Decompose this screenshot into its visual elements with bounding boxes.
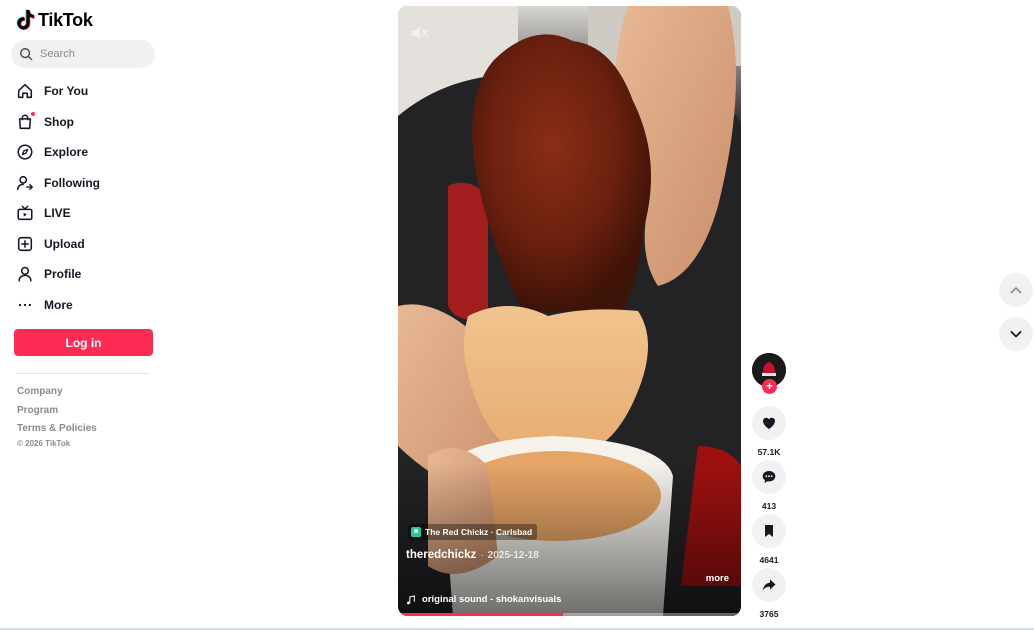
nav-item-following[interactable]: Following <box>14 168 164 199</box>
share-action: 3765 <box>752 568 786 619</box>
tiktok-logo-icon <box>16 9 35 30</box>
nav-item-upload[interactable]: Upload <box>14 229 164 260</box>
nav-item-profile[interactable]: Profile <box>14 259 164 290</box>
post-date: 2025-12-18 <box>487 550 539 561</box>
nav-item-more[interactable]: More <box>14 290 164 321</box>
video-progress-fill <box>398 613 563 616</box>
live-tv-icon <box>14 202 36 224</box>
video-progress-bar[interactable] <box>398 613 741 616</box>
nav-label-following: Following <box>44 175 100 190</box>
location-pin-icon <box>411 527 421 537</box>
compass-icon <box>14 141 36 163</box>
sound-line[interactable]: original sound - shokanvisuals <box>406 594 561 605</box>
like-button[interactable] <box>752 406 786 440</box>
video-author-line: theredchickz · 2025-12-18 <box>406 549 539 561</box>
nav-label-upload: Upload <box>44 236 85 251</box>
footer-link-company[interactable]: Company <box>17 385 97 404</box>
notification-dot <box>31 111 35 116</box>
main-nav: For You Shop Explore Following LIVE Uplo… <box>14 76 164 320</box>
comment-count: 413 <box>761 501 777 511</box>
previous-video-button[interactable] <box>999 273 1033 307</box>
shopping-bag-icon <box>14 111 36 133</box>
login-button[interactable]: Log in <box>14 329 153 356</box>
save-button[interactable] <box>752 514 786 548</box>
nav-label-more: More <box>44 297 73 312</box>
nav-label-live: LIVE <box>44 206 71 221</box>
comment-bubble-icon <box>762 471 776 483</box>
like-action: 57.1K <box>752 406 786 457</box>
nav-label-shop: Shop <box>44 114 74 129</box>
sidebar-footer: Company Program Terms & Policies © 2026 … <box>17 385 97 448</box>
nav-item-live[interactable]: LIVE <box>14 198 164 229</box>
follow-plus-button[interactable]: + <box>762 379 777 394</box>
save-action: 4641 <box>752 514 786 565</box>
share-button[interactable] <box>752 568 786 602</box>
comment-action: 413 <box>752 460 786 511</box>
volume-mute-icon[interactable] <box>408 22 430 44</box>
chevron-up-icon <box>1010 287 1022 294</box>
creator-avatar[interactable]: + <box>752 353 786 394</box>
sound-title: original sound - shokanvisuals <box>422 594 562 605</box>
following-icon <box>14 172 36 194</box>
search-input[interactable] <box>40 48 150 60</box>
nav-label-profile: Profile <box>44 267 82 282</box>
search-icon <box>20 48 33 61</box>
nav-label-explore: Explore <box>44 145 89 160</box>
footer-link-program[interactable]: Program <box>17 404 97 423</box>
share-count: 3765 <box>759 609 779 619</box>
video-player[interactable]: The Red Chickz · Carlsbad theredchickz ·… <box>398 6 741 616</box>
copyright-text: © 2026 TikTok <box>17 438 71 448</box>
plus-square-icon <box>14 233 36 255</box>
caption-more-link[interactable]: more <box>706 573 729 584</box>
bookmark-icon <box>765 525 773 537</box>
save-count: 4641 <box>759 555 779 565</box>
like-count: 57.1K <box>757 447 781 457</box>
chevron-down-icon <box>1010 331 1022 338</box>
logo-wordmark: TikTok <box>38 9 93 30</box>
share-arrow-icon <box>762 579 776 591</box>
nav-item-explore[interactable]: Explore <box>14 137 164 168</box>
person-icon <box>14 263 36 285</box>
more-dots-icon <box>14 294 36 316</box>
sidebar-divider <box>16 373 149 374</box>
location-text: The Red Chickz · Carlsbad <box>425 527 533 537</box>
next-video-button[interactable] <box>999 317 1033 351</box>
home-icon <box>14 80 36 102</box>
heart-icon <box>762 417 776 429</box>
tiktok-logo[interactable]: TikTok <box>16 9 93 31</box>
nav-item-shop[interactable]: Shop <box>14 107 164 138</box>
sidebar: TikTok For You Shop Explore <box>0 0 170 630</box>
nav-label-for-you: For You <box>44 84 89 99</box>
location-tag[interactable]: The Red Chickz · Carlsbad <box>408 524 538 540</box>
author-separator: · <box>480 550 484 561</box>
author-username[interactable]: theredchickz <box>406 549 476 561</box>
nav-item-for-you[interactable]: For You <box>14 76 164 107</box>
comment-button[interactable] <box>752 460 786 494</box>
music-note-icon <box>407 594 415 604</box>
search-bar[interactable] <box>11 40 155 68</box>
